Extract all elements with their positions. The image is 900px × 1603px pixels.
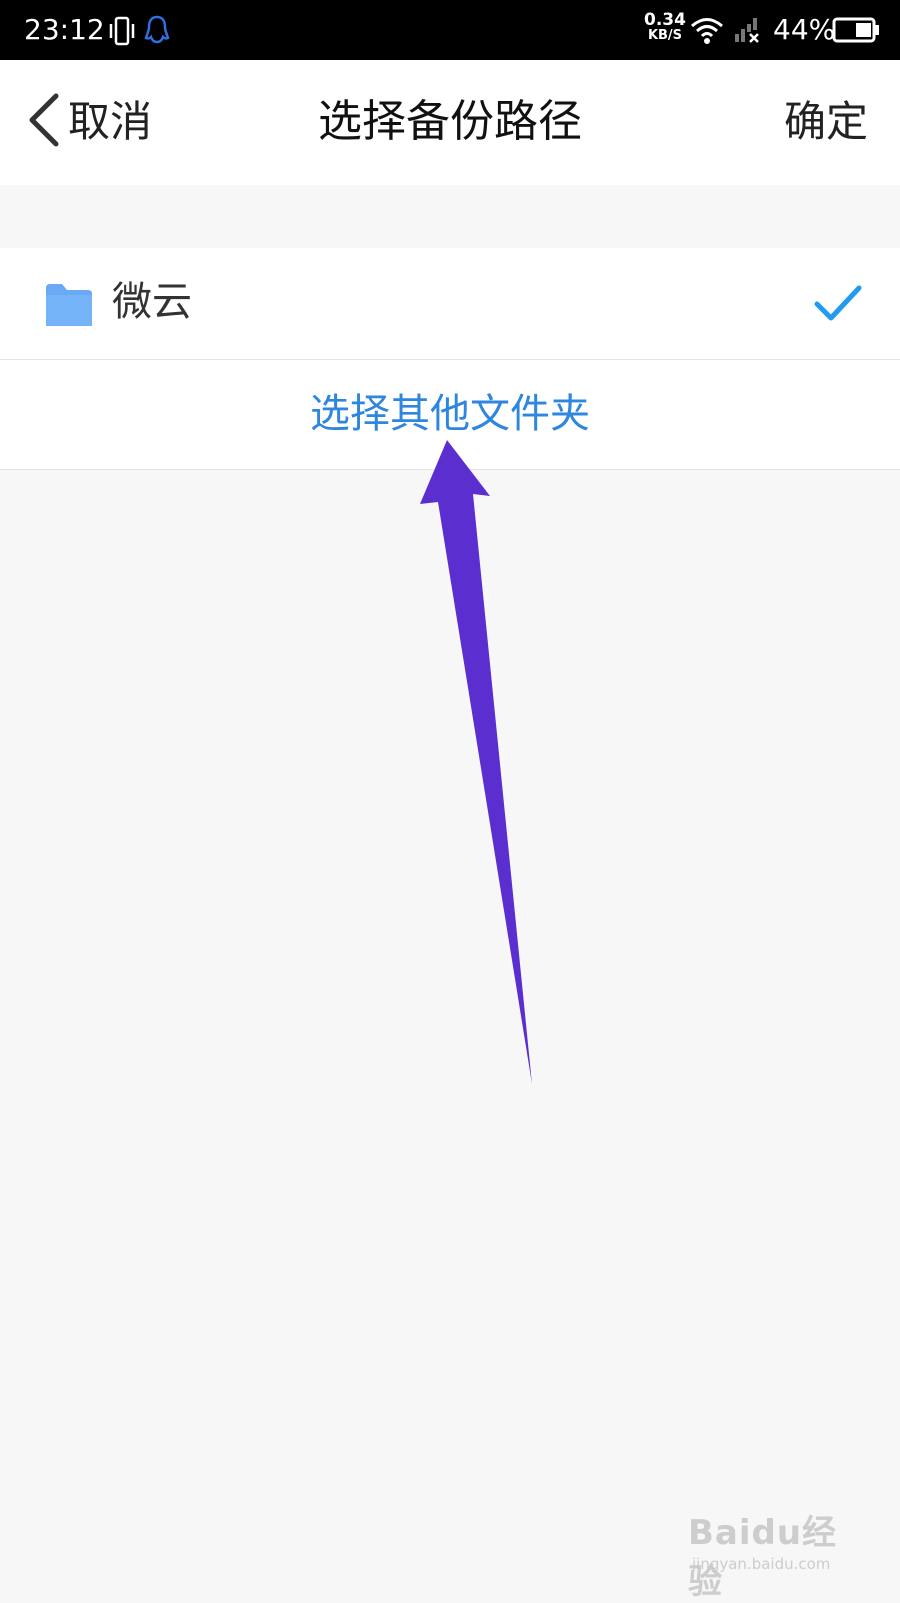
annotation-arrow [420, 440, 532, 1084]
watermark: Baidu经验 jingyan.baidu.com [688, 1505, 868, 1602]
watermark-sub: jingyan.baidu.com [692, 1555, 831, 1573]
watermark-main: Baidu经验 [688, 1513, 838, 1602]
